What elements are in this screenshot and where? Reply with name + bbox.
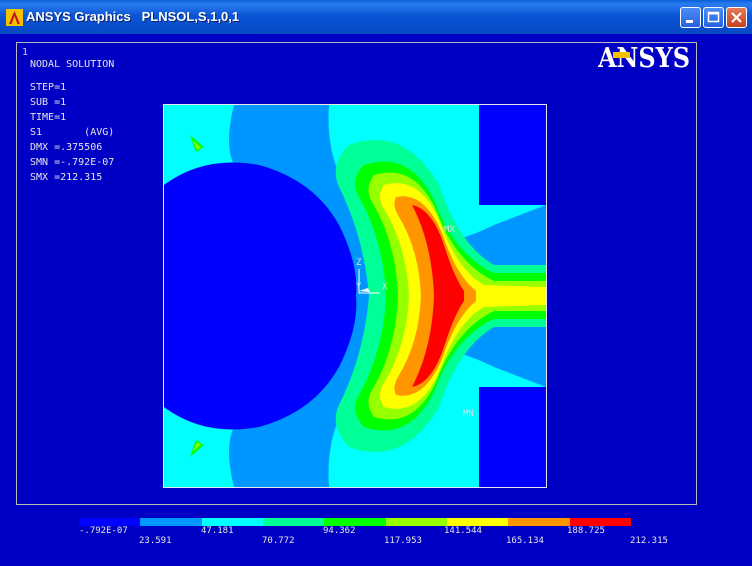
legend-value: 212.315: [630, 536, 668, 546]
ansys-app-icon: [6, 9, 23, 26]
legend-band-1: [79, 518, 141, 526]
triad-x-label: X: [382, 282, 388, 292]
window-number: 1: [22, 47, 29, 58]
legend-value: 23.591: [139, 536, 172, 546]
close-icon: [731, 12, 742, 23]
info-time: TIME=1: [30, 112, 67, 123]
info-smn: SMN =-.792E-07: [30, 157, 115, 168]
contour-legend: [79, 518, 631, 526]
window-title: ANSYS Graphics PLNSOL,S,1,0,1: [26, 9, 240, 24]
minimize-button[interactable]: [680, 7, 701, 28]
legend-band-7: [446, 518, 509, 526]
legend-band-3: [201, 518, 263, 526]
triad-y-label: Y: [356, 282, 362, 292]
info-smx: SMX =212.315: [30, 172, 103, 183]
info-dmx: DMX =.375506: [30, 142, 103, 153]
legend-band-9: [569, 518, 631, 526]
graphics-area[interactable]: 1 ANSYS NODAL SOLUTION STEP=1 SUB =1 TIM…: [4, 34, 748, 562]
legend-value: 70.772: [262, 536, 295, 546]
legend-band-2: [140, 518, 202, 526]
minimize-icon: [686, 20, 693, 23]
info-step: STEP=1: [30, 82, 67, 93]
ansys-graphics-window: ANSYS Graphics PLNSOL,S,1,0,1 1 ANSYS NO…: [0, 0, 752, 566]
logo-text: ANSYS: [598, 43, 690, 73]
close-button[interactable]: [726, 7, 747, 28]
min-marker: MN: [463, 409, 474, 419]
triad-z-label: Z: [356, 258, 362, 268]
info-substep: SUB =1: [30, 97, 67, 108]
legend-value: -.792E-07: [79, 526, 128, 536]
max-marker: MX: [444, 225, 455, 235]
contour-plot[interactable]: MX MN Z Y X: [163, 104, 547, 488]
maximize-icon: [707, 11, 720, 23]
coordinate-triad: Z Y X: [354, 258, 394, 296]
legend-band-6: [385, 518, 447, 526]
maximize-button[interactable]: [703, 7, 724, 28]
legend-band-8: [508, 518, 570, 526]
legend-value: 165.134: [506, 536, 544, 546]
legend-value: 188.725: [567, 526, 605, 536]
legend-value: 141.544: [444, 526, 482, 536]
legend-band-5: [324, 518, 386, 526]
legend-value: 117.953: [384, 536, 422, 546]
stress-contour: [164, 105, 546, 487]
info-result-item: S1 (AVG): [30, 127, 115, 138]
legend-value: 94.362: [323, 526, 356, 536]
title-bar[interactable]: ANSYS Graphics PLNSOL,S,1,0,1: [0, 0, 752, 34]
legend-band-4: [262, 518, 325, 526]
info-heading: NODAL SOLUTION: [30, 59, 115, 70]
ansys-logo: ANSYS: [598, 43, 690, 73]
legend-value: 47.181: [201, 526, 234, 536]
